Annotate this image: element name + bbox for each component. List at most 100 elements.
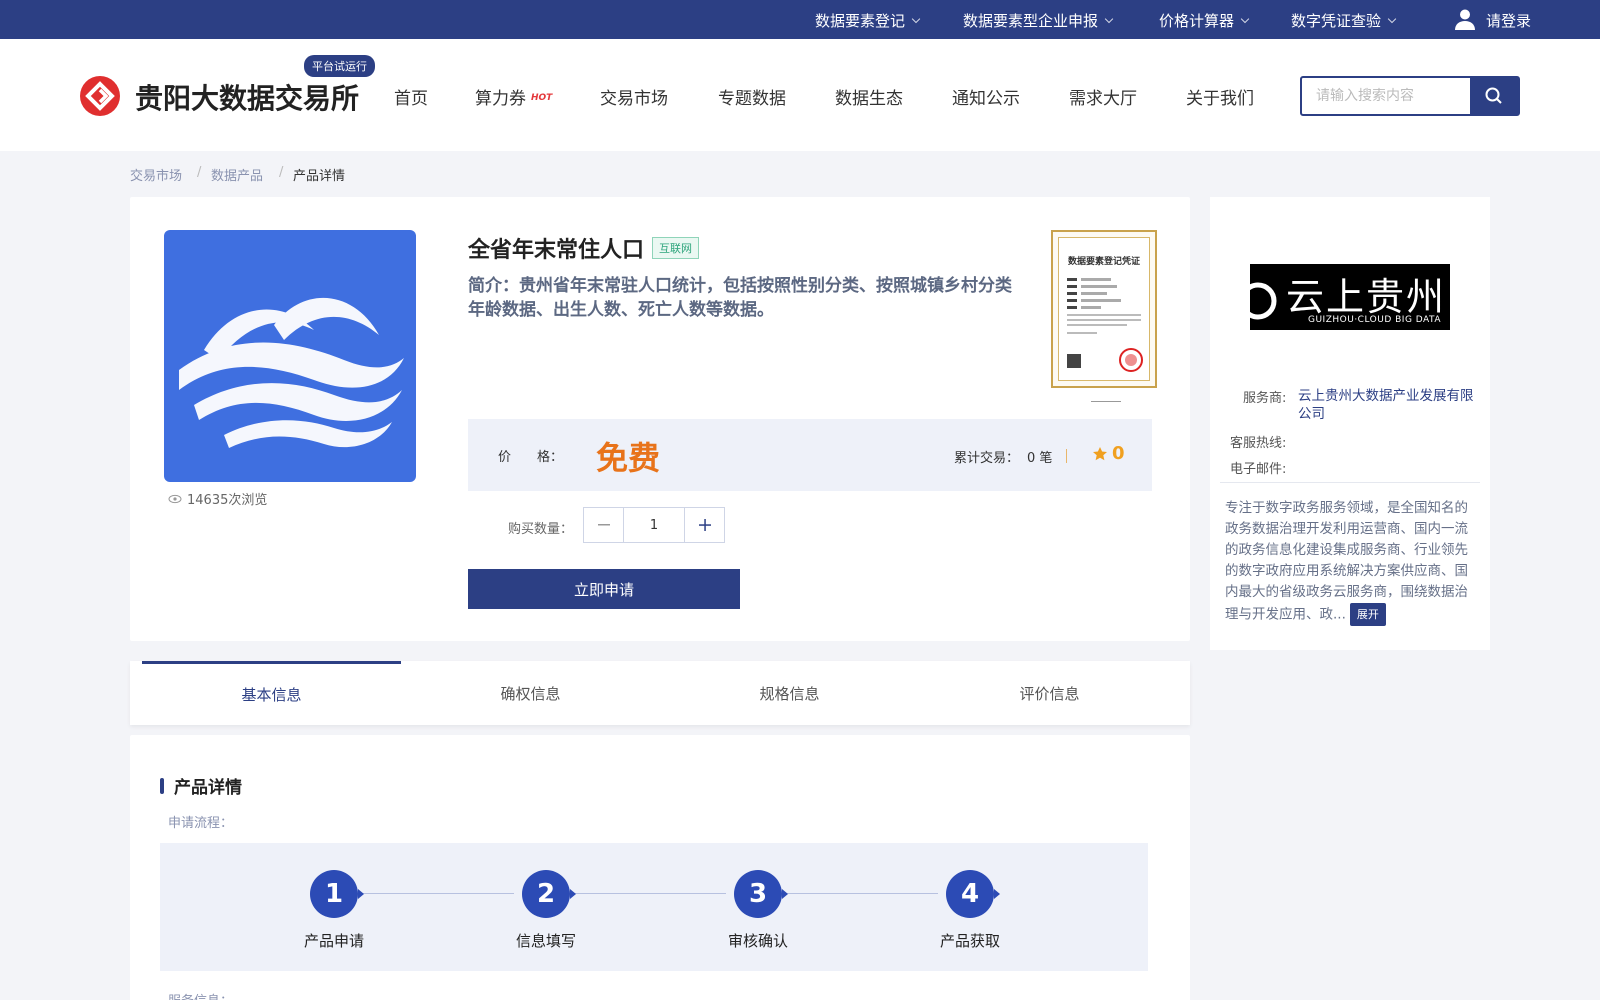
eye-icon [168,494,182,503]
star-icon[interactable] [1092,446,1108,462]
registration-certificate[interactable]: 数据要素登记凭证 [1051,230,1157,388]
product-image [164,230,416,482]
exchange-logo-icon[interactable] [80,76,120,116]
step-3-label: 审核确认 [727,932,788,950]
provider-card: 云上贵州 GUIZHOU·CLOUD BIG DATA 服务商: 云上贵州大数据… [1210,197,1490,650]
quantity-value[interactable]: 1 [624,508,684,542]
tab-basic-info[interactable]: 基本信息 [142,661,401,725]
provider-logo-subtext: GUIZHOU·CLOUD BIG DATA [1308,315,1441,325]
price-box: 价 格： 免费 累计交易： 0 笔 0 [468,419,1152,491]
service-provider-label: 服务商: [1243,391,1287,406]
step-connector [354,893,514,894]
hotline-label: 客服热线: [1230,436,1287,451]
rating-value: 0 [1112,443,1125,464]
service-info-label: 服务信息： [168,990,233,1000]
topbar-item-label: 数据要素型企业申报 [963,12,1099,30]
quantity-label: 购买数量： [508,522,574,537]
topbar-item-label: 数字凭证查验 [1291,12,1382,30]
product-description: 简介：贵州省年末常驻人口统计，包括按照性别分类、按照城镇乡村分类年龄数据、出生人… [468,276,1012,320]
increase-button[interactable] [684,508,724,542]
search-button[interactable] [1470,78,1518,114]
tab-rights-info[interactable]: 确权信息 [401,661,660,725]
topbar-item-data-registration[interactable]: 数据要素登记 [815,10,921,31]
step-3-number: 3 [734,870,788,918]
step-4-label: 产品获取 [939,932,1000,950]
nav-item-about[interactable]: 关于我们 [1186,84,1254,109]
section-title: 产品详情 [160,773,242,798]
decrease-button[interactable] [584,508,624,542]
divider [1220,482,1480,483]
topbar-item-label: 价格计算器 [1159,12,1235,30]
breadcrumb-separator: / [197,165,202,180]
chevron-down-icon [1104,14,1114,23]
nav-item-home[interactable]: 首页 [394,84,428,109]
brand-name[interactable]: 贵阳大数据交易所 [135,77,359,117]
step-4-number: 4 [946,870,1000,918]
quantity-stepper: 1 [583,507,725,543]
provider-description-text: 专注于数字政务服务领域，是全国知名的政务数据治理开发利用运营商、国内一流的政务信… [1225,500,1468,623]
trades-label: 累计交易： [954,451,1020,466]
nav-item-compute-voucher[interactable]: 算力券 [475,84,526,109]
provider-logo-icon [1250,282,1277,320]
user-icon [1455,9,1475,30]
step-connector [778,893,938,894]
process-label: 申请流程： [168,816,234,831]
search-box [1300,76,1520,116]
tab-review-info[interactable]: 评价信息 [920,661,1179,725]
title-bar [160,777,164,794]
top-bar: 数据要素登记 数据要素型企业申报 价格计算器 数字凭证查验 请登录 [0,0,1600,39]
hot-badge: HOT [531,93,553,103]
breadcrumb-market[interactable]: 交易市场 [130,165,182,184]
nav-item-topic-data[interactable]: 专题数据 [718,84,786,109]
search-input[interactable] [1302,78,1470,114]
view-count-text: 14635次浏览 [187,493,268,508]
nav-item-demand-hall[interactable]: 需求大厅 [1069,84,1137,109]
chevron-down-icon [1387,14,1397,23]
product-title: 全省年末常住人口 [468,238,645,263]
chevron-down-icon [911,14,921,23]
apply-button[interactable]: 立即申请 [468,569,740,609]
topbar-item-certificate-check[interactable]: 数字凭证查验 [1291,10,1397,31]
breadcrumb-data-products[interactable]: 数据产品 [211,165,263,184]
breadcrumb-separator: / [279,165,284,180]
section-title-text: 产品详情 [174,778,242,798]
divider [1066,449,1067,463]
provider-logo-text: 云上贵州 [1286,275,1447,319]
step-1-number: 1 [310,870,364,918]
nav-item-notices[interactable]: 通知公示 [952,84,1020,109]
certificate-document: 数据要素登记凭证 [1058,237,1150,381]
certificate-pager[interactable] [1091,401,1121,402]
trial-badge: 平台试运行 [304,55,375,77]
application-flow: 1 2 3 4 产品申请 信息填写 审核确认 产品获取 [160,843,1148,971]
chevron-down-icon [1240,14,1250,23]
step-2-label: 信息填写 [515,932,576,950]
category-tag: 互联网 [652,237,699,259]
breadcrumb-current: 产品详情 [293,169,346,184]
plus-icon [698,519,711,531]
expand-button[interactable]: 展开 [1349,603,1386,626]
site-header: 贵阳大数据交易所 平台试运行 首页 算力券 HOT 交易市场 专题数据 数据生态… [0,39,1600,151]
topbar-item-label: 数据要素登记 [815,12,906,30]
minus-icon [597,524,610,526]
email-label: 电子邮件: [1230,462,1287,477]
tab-spec-info[interactable]: 规格信息 [660,661,919,725]
provider-logo[interactable]: 云上贵州 GUIZHOU·CLOUD BIG DATA [1250,264,1450,330]
login-link[interactable]: 请登录 [1453,7,1531,31]
step-2-number: 2 [522,870,576,918]
provider-description: 专注于数字政务服务领域，是全国知名的政务数据治理开发利用运营商、国内一流的政务信… [1225,498,1475,626]
step-1-label: 产品申请 [303,932,364,950]
topbar-item-enterprise-declaration[interactable]: 数据要素型企业申报 [963,10,1114,31]
search-icon [1485,87,1502,104]
login-label: 请登录 [1486,11,1532,30]
certificate-content-icon [1067,278,1143,372]
view-count: 14635次浏览 [168,489,267,508]
nav-item-ecosystem[interactable]: 数据生态 [835,84,903,109]
topbar-item-price-calculator[interactable]: 价格计算器 [1159,10,1250,31]
info-tabs: 基本信息 确权信息 规格信息 评价信息 [130,661,1190,725]
wave-logo-icon [179,297,404,448]
trades-value: 0 笔 [1027,451,1053,466]
nav-item-market[interactable]: 交易市场 [600,84,668,109]
step-connector [566,893,726,894]
price-value: 免费 [596,439,661,477]
service-provider-value[interactable]: 云上贵州大数据产业发展有限公司 [1298,387,1483,423]
